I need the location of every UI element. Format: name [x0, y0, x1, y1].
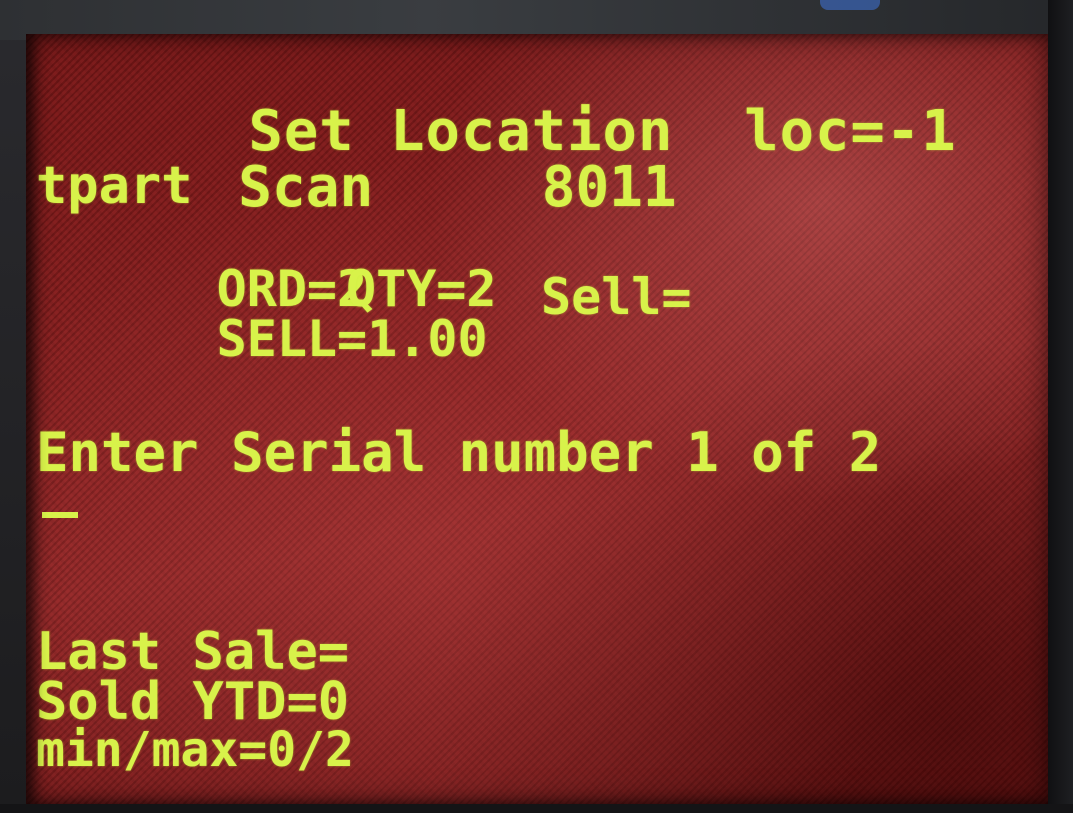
scan-value: 8011	[541, 155, 677, 220]
device-frame: Set Location loc=-1 Scan 8011 tpart ORD=…	[0, 0, 1073, 813]
indicator-light	[820, 0, 880, 10]
part-name: tpart	[36, 156, 193, 216]
device-right-bezel	[1048, 0, 1073, 813]
price-row: SELL=1.00 Sell=	[36, 264, 692, 414]
terminal-screen: Set Location loc=-1 Scan 8011 tpart ORD=…	[26, 34, 1048, 804]
sold-ytd: Sold YTD=0	[36, 672, 350, 732]
device-bottom-bezel	[0, 804, 1073, 813]
sell-input-field[interactable]: Sell=	[541, 272, 692, 322]
location-indicator: loc=-1	[744, 99, 957, 164]
scan-label: Scan	[238, 155, 374, 220]
min-max: min/max=0/2	[36, 722, 354, 778]
serial-input-cursor[interactable]	[42, 512, 78, 518]
sell-price: SELL=1.00	[216, 310, 488, 368]
last-sale: Last Sale=	[36, 622, 350, 682]
serial-prompt: Enter Serial number 1 of 2	[36, 421, 882, 484]
